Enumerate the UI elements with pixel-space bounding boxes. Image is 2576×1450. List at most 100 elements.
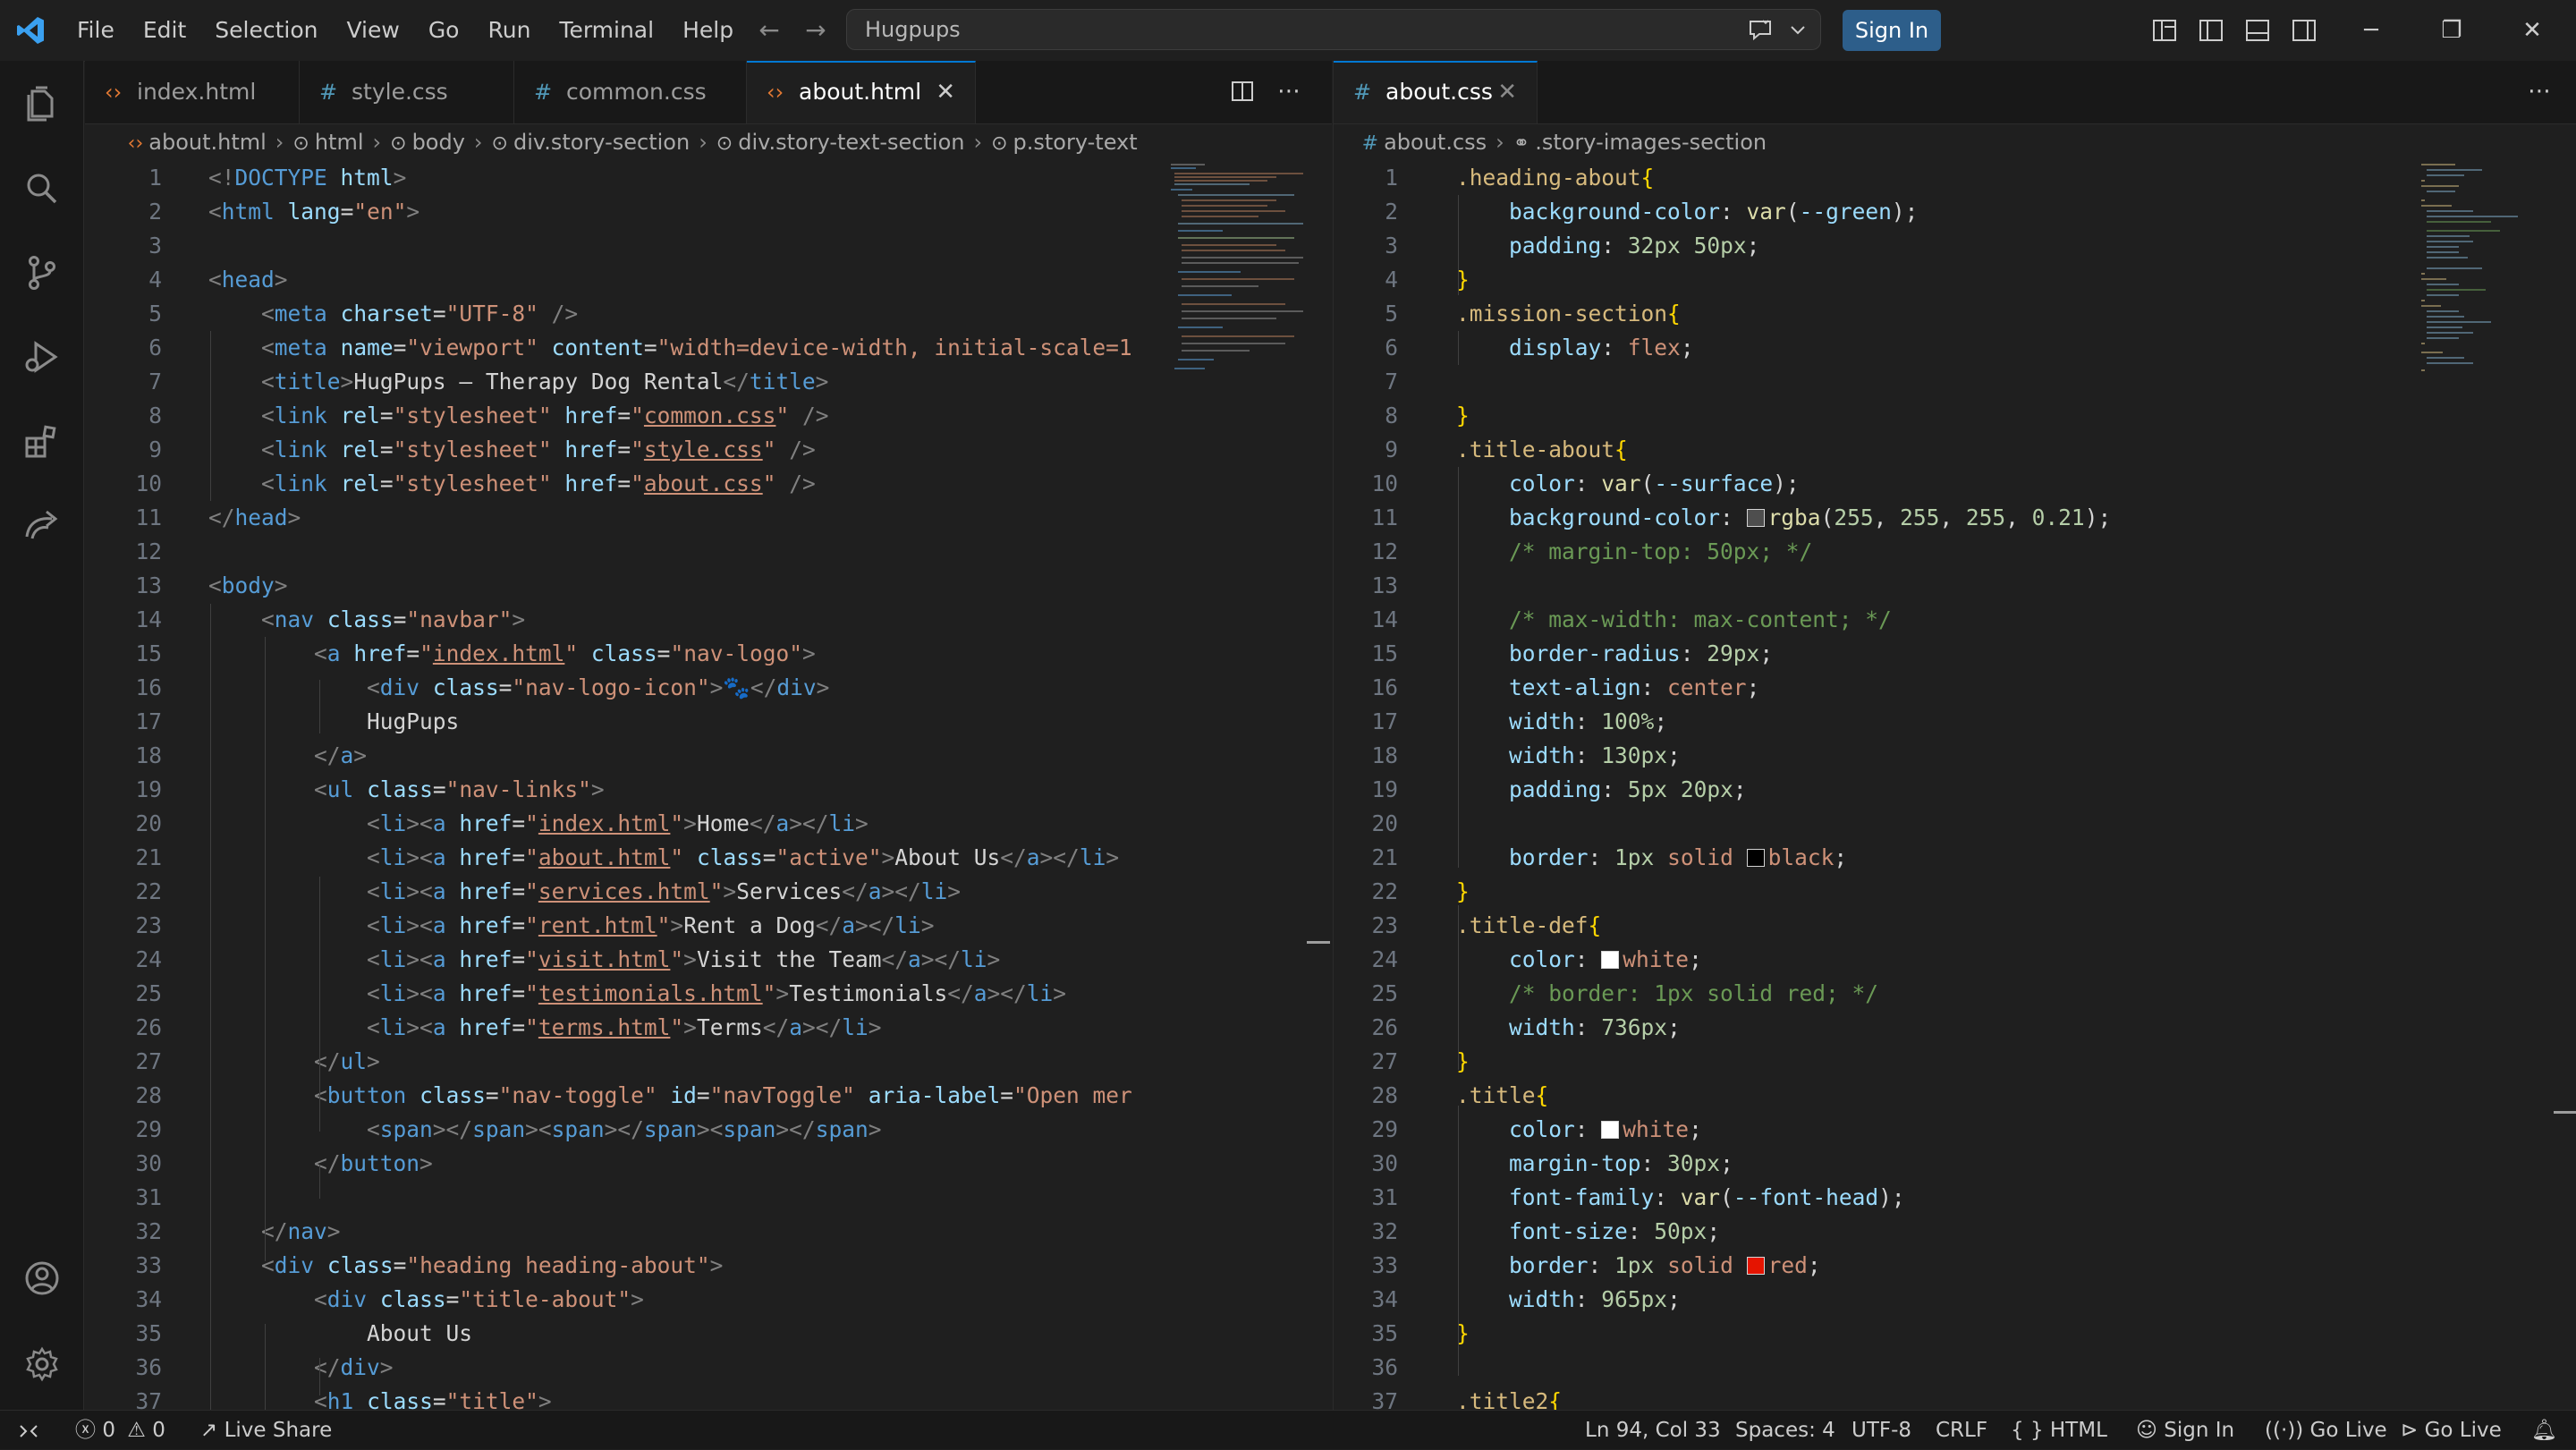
code-text: border: 1px solid black; <box>1509 844 1848 870</box>
line-number: 4 <box>1385 267 1398 293</box>
extensions-icon[interactable] <box>20 419 64 463</box>
menu-go[interactable]: Go <box>414 0 474 61</box>
breadcrumb-item[interactable]: # about.css <box>1362 123 1487 163</box>
activity-bar <box>0 61 84 1410</box>
copilot-chat-icon[interactable] <box>1747 19 1774 40</box>
error-icon: ⓧ <box>75 1419 96 1442</box>
code-text: <li><a href="services.html">Services</a>… <box>367 878 962 904</box>
indent-guide <box>319 877 320 1132</box>
line-number: 10 <box>1371 471 1398 496</box>
line-number: 6 <box>148 335 162 360</box>
search-icon[interactable] <box>20 166 64 211</box>
line-number: 5 <box>1385 301 1398 326</box>
code-text: <a href="index.html" class="nav-logo"> <box>314 640 816 666</box>
tab-common-css[interactable]: # common.css <box>514 61 747 123</box>
scrollbar-thumb[interactable] <box>2554 1111 2576 1114</box>
more-actions-icon[interactable]: ⋯ <box>2525 77 2554 106</box>
breadcrumb-item[interactable]: ⊙ div.story-section <box>492 123 691 163</box>
menu-run[interactable]: Run <box>473 0 545 61</box>
run-debug-icon[interactable] <box>20 335 64 379</box>
chevron-right-icon: › <box>372 130 382 155</box>
scrollbar-thumb[interactable] <box>1307 941 1330 944</box>
tab-style-css[interactable]: # style.css <box>300 61 514 123</box>
chevron-down-icon[interactable] <box>1788 17 1808 42</box>
menu-file[interactable]: File <box>63 0 129 61</box>
command-center-search[interactable]: Hugpups <box>846 9 1821 50</box>
problems-indicator[interactable]: ⓧ 0 ⚠ 0 <box>75 1411 165 1450</box>
minimap[interactable] <box>2419 161 2563 394</box>
code-text: <div class="heading heading-about"> <box>261 1252 724 1278</box>
line-number: 13 <box>1371 572 1398 598</box>
breadcrumb-item[interactable]: ⊙ p.story-text <box>991 123 1138 163</box>
close-window-icon[interactable]: ✕ <box>2492 0 2572 61</box>
minimap[interactable] <box>1169 161 1312 394</box>
menu-terminal[interactable]: Terminal <box>545 0 668 61</box>
language-mode[interactable]: { } HTML <box>2011 1411 2107 1450</box>
color-swatch[interactable] <box>1601 1121 1620 1139</box>
toggle-secondary-sidebar-icon[interactable] <box>2290 16 2318 45</box>
encoding[interactable]: UTF-8 <box>1852 1411 1911 1450</box>
sign-in-button[interactable]: Sign In <box>1843 10 1941 51</box>
go-live-button[interactable]: ((·)) Go Live <box>2265 1411 2387 1450</box>
menu-edit[interactable]: Edit <box>129 0 200 61</box>
close-tab-icon[interactable]: ✕ <box>1497 63 1517 122</box>
line-number: 12 <box>1371 538 1398 564</box>
breadcrumb-item[interactable]: ‹› about.html <box>128 123 267 163</box>
close-tab-icon[interactable]: ✕ <box>936 63 955 122</box>
remote-indicator-icon[interactable] <box>16 1411 41 1450</box>
breadcrumb-item[interactable]: ⊙ body <box>390 123 465 163</box>
color-swatch[interactable] <box>1746 509 1765 527</box>
breadcrumb-item[interactable]: ⚭ .story-images-section <box>1513 123 1767 163</box>
code-text: </ul> <box>314 1048 380 1074</box>
live-share-button[interactable]: ↗ Live Share <box>200 1411 332 1450</box>
tab-index-html[interactable]: ‹› index.html <box>85 61 300 123</box>
customize-layout-icon[interactable] <box>2150 16 2179 45</box>
breadcrumb-item[interactable]: ⊙ div.story-text-section <box>716 123 965 163</box>
code-text: <h1 class="title"> <box>314 1388 552 1410</box>
color-swatch[interactable] <box>1746 1257 1765 1275</box>
remote-explorer-icon[interactable] <box>20 503 64 547</box>
code-text: color: white; <box>1509 1116 1702 1142</box>
toggle-panel-icon[interactable] <box>2243 16 2272 45</box>
split-editor-icon[interactable] <box>1228 77 1257 106</box>
code-text: /* max-width: max-content; */ <box>1509 606 1892 632</box>
css-file-icon: # <box>319 80 338 105</box>
source-control-icon[interactable] <box>20 250 64 295</box>
menu-help[interactable]: Help <box>668 0 748 61</box>
line-number: 3 <box>1385 233 1398 259</box>
go-forward-arrow-icon[interactable]: → <box>801 16 830 45</box>
breadcrumb-item[interactable]: ⊙ html <box>292 123 363 163</box>
code-text: <title>HugPups — Therapy Dog Rental</tit… <box>261 369 829 394</box>
code-editor-css[interactable]: 1 .heading-about{2 background-color: var(… <box>1334 161 2576 1410</box>
notifications-bell-icon[interactable]: 🔔︎ <box>2531 1411 2557 1450</box>
cursor-position[interactable]: Ln 94, Col 33 <box>1585 1411 1721 1450</box>
accounts-icon[interactable] <box>20 1256 64 1301</box>
line-number: 18 <box>1371 742 1398 768</box>
menu-view[interactable]: View <box>332 0 413 61</box>
go-live-button-2[interactable]: ⊳ Go Live <box>2401 1411 2502 1450</box>
tab-about-html[interactable]: ‹› about.html ✕ <box>747 61 976 123</box>
play-circle-icon: ⊳ <box>2401 1419 2419 1442</box>
manage-gear-icon[interactable] <box>20 1342 64 1386</box>
toggle-primary-sidebar-icon[interactable] <box>2197 16 2225 45</box>
code-text: </div> <box>314 1354 394 1380</box>
accounts-sign-in[interactable]: ☺ Sign In <box>2136 1411 2234 1450</box>
more-actions-icon[interactable]: ⋯ <box>1275 77 1303 106</box>
tab-about-css[interactable]: # about.css ✕ <box>1334 61 1538 123</box>
code-text: background-color: rgba(255, 255, 255, 0.… <box>1509 505 2112 530</box>
color-swatch[interactable] <box>1601 951 1620 969</box>
go-back-arrow-icon[interactable]: ← <box>755 16 784 45</box>
menu-selection[interactable]: Selection <box>200 0 332 61</box>
minimize-window-icon[interactable]: ─ <box>2331 0 2411 61</box>
code-editor-html[interactable]: 1 <!DOCTYPE html> 2 <html lang="en"> 3 4 <head… <box>85 161 1332 1410</box>
explorer-icon[interactable] <box>20 82 64 127</box>
line-number: 2 <box>148 199 162 225</box>
indentation[interactable]: Spaces: 4 <box>1735 1411 1835 1450</box>
restore-window-icon[interactable]: ❐ <box>2411 0 2492 61</box>
code-text: width: 130px; <box>1509 742 1681 768</box>
go-live-label: Go Live <box>2424 1419 2502 1442</box>
color-swatch[interactable] <box>1746 849 1765 867</box>
css-file-icon: # <box>534 80 553 105</box>
end-of-line[interactable]: CRLF <box>1936 1411 1987 1450</box>
line-number: 16 <box>135 674 162 700</box>
